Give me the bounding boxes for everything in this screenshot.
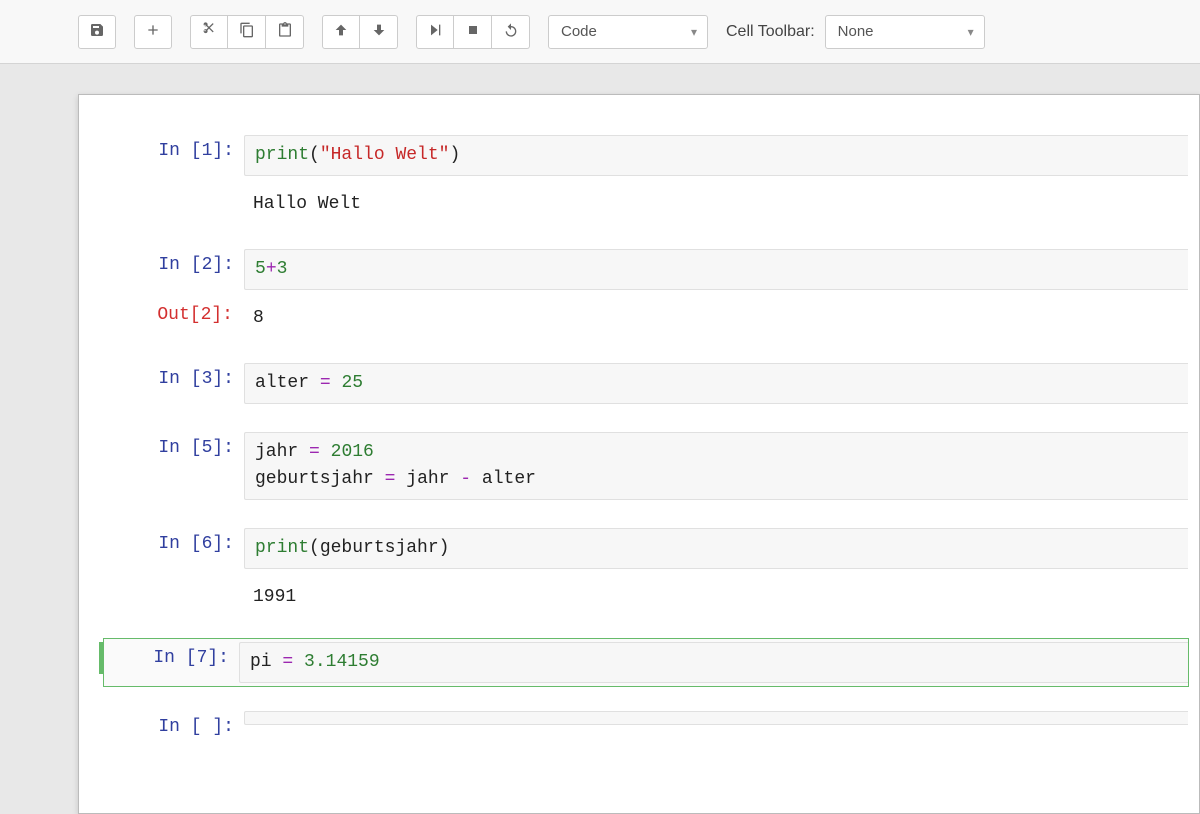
- input-prompt: In [2]:: [104, 249, 244, 281]
- input-prompt: In [5]:: [104, 432, 244, 464]
- code-input[interactable]: [244, 711, 1188, 725]
- code-input[interactable]: 5+3: [244, 249, 1188, 290]
- toolbar: Code Cell Toolbar: None: [0, 0, 1200, 64]
- code-cell[interactable]: In [7]: pi = 3.14159: [103, 638, 1189, 687]
- move-up-button[interactable]: [322, 15, 360, 49]
- code-cell[interactable]: In [3]: alter = 25: [103, 359, 1189, 408]
- insert-cell-button[interactable]: [134, 15, 172, 49]
- arrow-up-icon: [333, 22, 349, 41]
- move-down-button[interactable]: [360, 15, 398, 49]
- interrupt-button[interactable]: [454, 15, 492, 49]
- code-input[interactable]: pi = 3.14159: [239, 642, 1188, 683]
- stdout-output: Hallo Welt: [243, 185, 371, 224]
- code-cell[interactable]: In [5]: jahr = 2016 geburtsjahr = jahr -…: [103, 428, 1189, 504]
- input-prompt: In [1]:: [104, 135, 244, 167]
- step-forward-icon: [427, 22, 443, 41]
- plus-icon: [145, 22, 161, 41]
- input-prompt: In [6]:: [104, 528, 244, 560]
- copy-button[interactable]: [228, 15, 266, 49]
- scissors-icon: [201, 22, 217, 41]
- stop-icon: [465, 22, 481, 41]
- cell-toolbar-select[interactable]: None: [825, 15, 985, 49]
- save-icon: [89, 22, 105, 41]
- input-prompt: In [3]:: [104, 363, 244, 395]
- input-prompt: In [7]:: [99, 642, 239, 674]
- stdout-output: 1991: [243, 578, 306, 617]
- code-input[interactable]: print(geburtsjahr): [244, 528, 1188, 569]
- notebook: In [1]: print("Hallo Welt") . Hallo Welt…: [78, 94, 1200, 814]
- restart-button[interactable]: [492, 15, 530, 49]
- code-cell[interactable]: In [2]: 5+3: [103, 245, 1189, 294]
- execute-result: 8: [243, 299, 274, 338]
- notebook-container: In [1]: print("Hallo Welt") . Hallo Welt…: [0, 64, 1200, 814]
- code-cell[interactable]: In [6]: print(geburtsjahr): [103, 524, 1189, 573]
- output-row: Out[2]: 8: [103, 296, 1189, 341]
- save-button[interactable]: [78, 15, 116, 49]
- output-row: . 1991: [103, 575, 1189, 620]
- cell-toolbar-selected: None: [838, 23, 874, 40]
- code-cell[interactable]: In [1]: print("Hallo Welt"): [103, 131, 1189, 180]
- paste-icon: [277, 22, 293, 41]
- refresh-icon: [503, 22, 519, 41]
- arrow-down-icon: [371, 22, 387, 41]
- code-input[interactable]: jahr = 2016 geburtsjahr = jahr - alter: [244, 432, 1188, 500]
- cut-button[interactable]: [190, 15, 228, 49]
- cell-type-selected: Code: [561, 23, 597, 40]
- code-cell[interactable]: In [ ]:: [103, 707, 1189, 747]
- code-input[interactable]: print("Hallo Welt"): [244, 135, 1188, 176]
- output-prompt: Out[2]:: [103, 299, 243, 331]
- cell-toolbar-label: Cell Toolbar:: [726, 23, 815, 41]
- copy-icon: [239, 22, 255, 41]
- cell-type-select[interactable]: Code: [548, 15, 708, 49]
- code-input[interactable]: alter = 25: [244, 363, 1188, 404]
- run-button[interactable]: [416, 15, 454, 49]
- paste-button[interactable]: [266, 15, 304, 49]
- output-row: . Hallo Welt: [103, 182, 1189, 227]
- input-prompt: In [ ]:: [104, 711, 244, 743]
